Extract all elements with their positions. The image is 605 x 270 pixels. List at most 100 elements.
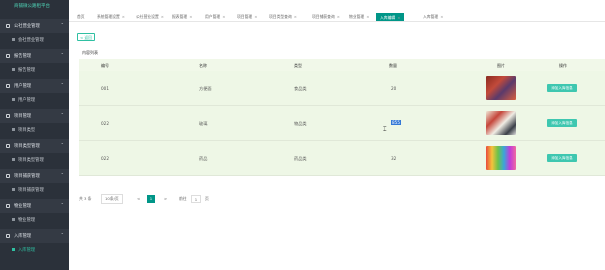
next-page-button[interactable]: > [164, 196, 167, 201]
tab-label: 项目管理 [237, 14, 253, 19]
add-stock-button[interactable]: 添加入库信息 [547, 84, 577, 92]
goto-label: 前往 [179, 196, 187, 201]
pager-total: 共 3 条 [79, 196, 92, 201]
chevron-icon: ⌃ [60, 232, 64, 237]
tab-5[interactable]: 项目管理 × [237, 14, 257, 22]
app-title: 商铺微公路租平台 [14, 4, 50, 9]
chevron-icon: ⌃ [60, 112, 64, 117]
sidebar-item[interactable]: 会社营业管理 [0, 33, 69, 47]
tab-label: 首页 [77, 14, 85, 19]
section-icon [6, 54, 10, 58]
tab-7[interactable]: 项目捕获查询 × [312, 14, 340, 22]
cell-qty: 855 [391, 120, 401, 125]
table-row: 022 玻璃 物品类 855 添加入库信息 [79, 106, 605, 141]
tab-0[interactable]: 首页 [77, 14, 85, 22]
section-icon [6, 24, 10, 28]
tab-label: 报表管理 [172, 14, 188, 19]
tab-3[interactable]: 报表管理 × [172, 14, 192, 22]
close-icon[interactable]: × [222, 14, 225, 19]
back-button[interactable]: < 返回 [77, 33, 95, 41]
sidebar-item[interactable]: 用户管理 [0, 93, 69, 107]
tab-label: 项目捕获查询 [312, 14, 335, 19]
sidebar-section-0[interactable]: 公社营业管理 ⌃ [0, 19, 69, 33]
close-icon[interactable]: × [189, 14, 192, 19]
tab-label: 入库管理 [423, 14, 439, 19]
tab-label: 用户管理 [205, 14, 221, 19]
table-header: 编号 名称 类型 数量 图片 操作 [79, 59, 605, 71]
header-id[interactable]: 编号 [101, 63, 109, 69]
cell-name: 方便面 [199, 86, 212, 91]
item-icon [12, 158, 15, 161]
section-icon [6, 234, 10, 238]
goto-input[interactable]: 1 [191, 195, 201, 203]
close-icon[interactable]: × [294, 14, 297, 19]
cell-id: 001 [101, 86, 109, 91]
item-label: 报告管理 [18, 68, 36, 73]
sidebar-section-6[interactable]: 物业管理 ⌃ [0, 199, 69, 213]
item-icon [12, 128, 15, 131]
prev-page-button[interactable]: < [137, 196, 140, 201]
section-icon [6, 84, 10, 88]
section-icon [6, 114, 10, 118]
sidebar-item[interactable]: 报告管理 [0, 63, 69, 77]
section-label: 项目捕获管理 [14, 174, 40, 179]
close-icon[interactable]: × [397, 15, 400, 20]
item-label: 项目捕获管理 [18, 188, 44, 193]
tab-6[interactable]: 项目类型查询 × [269, 14, 297, 22]
item-label: 入库管理 [18, 248, 36, 253]
header-image: 图片 [497, 63, 505, 68]
sidebar-section-7[interactable]: 入库管理 ⌃ [0, 229, 69, 243]
sidebar-section-5[interactable]: 项目捕获管理 ⌃ [0, 169, 69, 183]
section-label: 报告管理 [14, 54, 32, 59]
page-size-select[interactable]: 10条/页 [101, 194, 123, 204]
cell-qty: 32 [391, 156, 397, 161]
chevron-icon: ⌃ [60, 82, 64, 87]
item-label: 项目类型管理 [18, 158, 44, 163]
sidebar-item[interactable]: 物业管理 [0, 213, 69, 227]
tab-4[interactable]: 用户管理 × [205, 14, 225, 22]
section-label: 物业管理 [14, 204, 32, 209]
header-qty[interactable]: 数量 [389, 63, 397, 69]
add-stock-button[interactable]: 添加入库信息 [547, 154, 577, 162]
close-icon[interactable]: × [440, 14, 443, 19]
tab-label: 公社营业设置 [136, 14, 159, 19]
cell-qty: 20 [391, 86, 397, 91]
sidebar-item[interactable]: 项目类型 [0, 123, 69, 137]
product-image [486, 111, 516, 135]
tab-1[interactable]: 系统管理设置 × [97, 14, 125, 22]
item-icon [12, 98, 15, 101]
sidebar-section-1[interactable]: 报告管理 ⌃ [0, 49, 69, 63]
tab-8[interactable]: 物业管理 × [349, 14, 369, 22]
section-label: 项目类型管理 [14, 144, 40, 149]
close-icon[interactable]: × [337, 14, 340, 19]
close-icon[interactable]: × [122, 14, 125, 19]
close-icon[interactable]: × [254, 14, 257, 19]
add-stock-button[interactable]: 添加入库信息 [547, 119, 577, 127]
sidebar-section-2[interactable]: 用户管理 ⌃ [0, 79, 69, 93]
tab-9[interactable]: 入库编辑 × [376, 13, 405, 21]
sidebar-item[interactable]: 项目类型管理 [0, 153, 69, 167]
tab-label: 系统管理设置 [97, 14, 120, 19]
sidebar-item[interactable]: 项目捕获管理 [0, 183, 69, 197]
cell-name: 玻璃 [199, 121, 208, 126]
page-1-button[interactable]: 1 [147, 195, 155, 203]
header-name[interactable]: 名称 [199, 63, 207, 69]
section-label: 入库管理 [14, 234, 32, 239]
tab-10[interactable]: 入库管理 × [423, 14, 443, 22]
table-row: 001 方便面 食品类 20 添加入库信息 [79, 71, 605, 106]
tab-2[interactable]: 公社营业设置 × [136, 14, 164, 22]
chevron-icon: ⌃ [60, 52, 64, 57]
sidebar-section-4[interactable]: 项目类型管理 ⌃ [0, 139, 69, 153]
tab-label: 入库编辑 [380, 15, 396, 20]
sidebar-section-3[interactable]: 项目管理 ⌃ [0, 109, 69, 123]
cell-type: 物品类 [294, 121, 307, 126]
chevron-icon: ⌃ [60, 142, 64, 147]
close-icon[interactable]: × [366, 14, 369, 19]
cell-id: 022 [101, 156, 109, 161]
cell-type: 药品类 [294, 156, 307, 161]
close-icon[interactable]: × [161, 14, 164, 19]
item-label: 项目类型 [18, 128, 36, 133]
header-type[interactable]: 类型 [294, 63, 302, 69]
sidebar-item[interactable]: 入库管理 [0, 243, 69, 257]
table-row: 022 药品 药品类 32 添加入库信息 [79, 141, 605, 176]
